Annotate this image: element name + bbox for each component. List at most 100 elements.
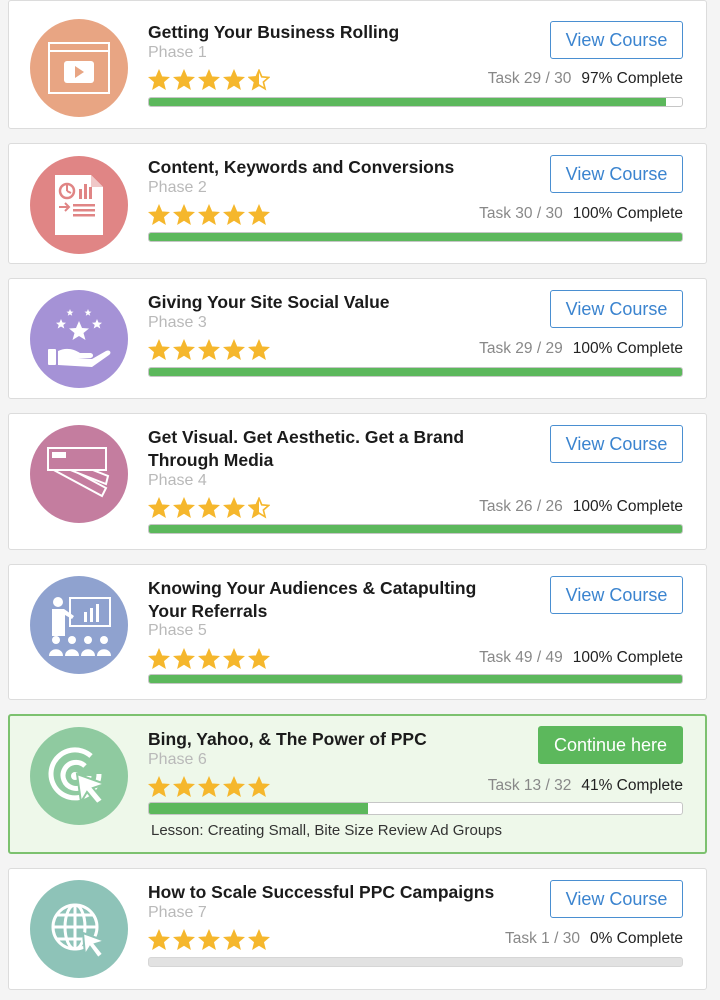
progress-fill bbox=[149, 525, 682, 533]
progress-bar bbox=[148, 232, 683, 242]
star-full-icon bbox=[248, 204, 270, 225]
task-count: Task 30 / 30 bbox=[479, 205, 563, 222]
course-card: Giving Your Site Social Value Phase 3 Ta… bbox=[8, 278, 707, 399]
star-full-icon bbox=[173, 497, 195, 518]
view-course-button[interactable]: View Course bbox=[550, 21, 683, 59]
rating-stars bbox=[148, 929, 270, 951]
progress-bar bbox=[148, 957, 683, 967]
star-full-icon bbox=[148, 648, 170, 669]
star-full-icon bbox=[223, 339, 245, 360]
star-full-icon bbox=[223, 69, 245, 90]
percent-complete: 0% Complete bbox=[589, 930, 683, 947]
task-progress-text: Task 49 / 49 100% Complete bbox=[479, 649, 683, 667]
course-card: Getting Your Business Rolling Phase 1 Ta… bbox=[8, 0, 707, 129]
task-count: Task 1 / 30 bbox=[504, 930, 580, 947]
progress-bar bbox=[148, 97, 683, 107]
star-full-icon bbox=[148, 339, 170, 360]
course-card: How to Scale Successful PPC Campaigns Ph… bbox=[8, 868, 707, 990]
rating-stars bbox=[148, 776, 270, 798]
task-progress-text: Task 13 / 32 41% Complete bbox=[488, 777, 683, 795]
course-phase: Phase 7 bbox=[148, 904, 207, 921]
star-full-icon bbox=[198, 339, 220, 360]
task-count: Task 49 / 49 bbox=[479, 649, 563, 666]
task-count: Task 29 / 29 bbox=[479, 340, 563, 357]
course-card: Content, Keywords and Conversions Phase … bbox=[8, 143, 707, 264]
progress-bar bbox=[148, 367, 683, 377]
star-full-icon bbox=[173, 339, 195, 360]
percent-complete: 100% Complete bbox=[572, 340, 683, 357]
course-title: Giving Your Site Social Value bbox=[148, 292, 390, 312]
star-full-icon bbox=[173, 69, 195, 90]
course-card-active: Bing, Yahoo, & The Power of PPC Phase 6 … bbox=[8, 714, 707, 854]
continue-here-button[interactable]: Continue here bbox=[538, 726, 683, 764]
rating-stars bbox=[148, 648, 270, 670]
course-title: Getting Your Business Rolling bbox=[148, 22, 400, 42]
task-progress-text: Task 1 / 30 0% Complete bbox=[505, 930, 683, 948]
task-progress-text: Task 29 / 30 97% Complete bbox=[488, 70, 683, 88]
rating-stars bbox=[148, 339, 270, 361]
target-click-icon bbox=[30, 727, 128, 825]
progress-fill bbox=[149, 368, 682, 376]
task-count: Task 26 / 26 bbox=[479, 498, 563, 515]
star-full-icon bbox=[173, 204, 195, 225]
hand-stars-icon bbox=[30, 290, 128, 388]
course-title: Bing, Yahoo, & The Power of PPC bbox=[148, 729, 427, 749]
progress-bar bbox=[148, 524, 683, 534]
task-progress-text: Task 30 / 30 100% Complete bbox=[479, 205, 683, 223]
star-full-icon bbox=[148, 69, 170, 90]
course-title: Content, Keywords and Conversions bbox=[148, 157, 455, 177]
star-half-icon bbox=[248, 497, 270, 519]
star-full-icon bbox=[248, 776, 270, 797]
rating-stars bbox=[148, 204, 270, 226]
star-full-icon bbox=[198, 776, 220, 797]
course-phase: Phase 4 bbox=[148, 472, 207, 489]
star-full-icon bbox=[198, 648, 220, 669]
view-course-button[interactable]: View Course bbox=[550, 290, 683, 328]
progress-fill bbox=[149, 803, 368, 814]
star-full-icon bbox=[248, 339, 270, 360]
course-phase: Phase 6 bbox=[148, 751, 207, 768]
course-title: Knowing Your Audiences & Catapulting You… bbox=[148, 578, 477, 621]
task-progress-text: Task 26 / 26 100% Complete bbox=[479, 498, 683, 516]
percent-complete: 97% Complete bbox=[581, 70, 683, 87]
video-player-icon bbox=[30, 19, 128, 117]
view-course-button[interactable]: View Course bbox=[550, 880, 683, 918]
rating-stars bbox=[148, 69, 270, 91]
course-phase: Phase 5 bbox=[148, 622, 207, 639]
percent-complete: 41% Complete bbox=[581, 777, 683, 794]
star-full-icon bbox=[248, 648, 270, 669]
star-full-icon bbox=[148, 929, 170, 950]
star-full-icon bbox=[198, 929, 220, 950]
star-full-icon bbox=[148, 497, 170, 518]
view-course-button[interactable]: View Course bbox=[550, 155, 683, 193]
star-full-icon bbox=[148, 776, 170, 797]
course-title: How to Scale Successful PPC Campaigns bbox=[148, 882, 495, 902]
color-swatch-icon bbox=[30, 425, 128, 523]
star-half-icon bbox=[248, 69, 270, 91]
course-card: Get Visual. Get Aesthetic. Get a Brand T… bbox=[8, 413, 707, 550]
presentation-audience-icon bbox=[30, 576, 128, 674]
star-full-icon bbox=[173, 929, 195, 950]
star-full-icon bbox=[198, 497, 220, 518]
star-full-icon bbox=[223, 776, 245, 797]
star-full-icon bbox=[148, 204, 170, 225]
progress-fill bbox=[149, 233, 682, 241]
view-course-button[interactable]: View Course bbox=[550, 576, 683, 614]
star-full-icon bbox=[198, 204, 220, 225]
rating-stars bbox=[148, 497, 270, 519]
star-full-icon bbox=[223, 929, 245, 950]
star-full-icon bbox=[223, 204, 245, 225]
percent-complete: 100% Complete bbox=[572, 649, 683, 666]
progress-bar bbox=[148, 674, 683, 684]
course-phase: Phase 2 bbox=[148, 179, 207, 196]
course-title: Get Visual. Get Aesthetic. Get a Brand T… bbox=[148, 427, 465, 470]
star-full-icon bbox=[173, 648, 195, 669]
task-count: Task 13 / 32 bbox=[487, 777, 572, 794]
current-lesson-link[interactable]: Lesson: Creating Small, Bite Size Review… bbox=[151, 822, 502, 839]
progress-bar bbox=[148, 802, 683, 815]
percent-complete: 100% Complete bbox=[572, 498, 683, 515]
task-count: Task 29 / 30 bbox=[487, 70, 572, 87]
view-course-button[interactable]: View Course bbox=[550, 425, 683, 463]
course-card: Knowing Your Audiences & Catapulting You… bbox=[8, 564, 707, 700]
progress-fill bbox=[149, 675, 682, 683]
